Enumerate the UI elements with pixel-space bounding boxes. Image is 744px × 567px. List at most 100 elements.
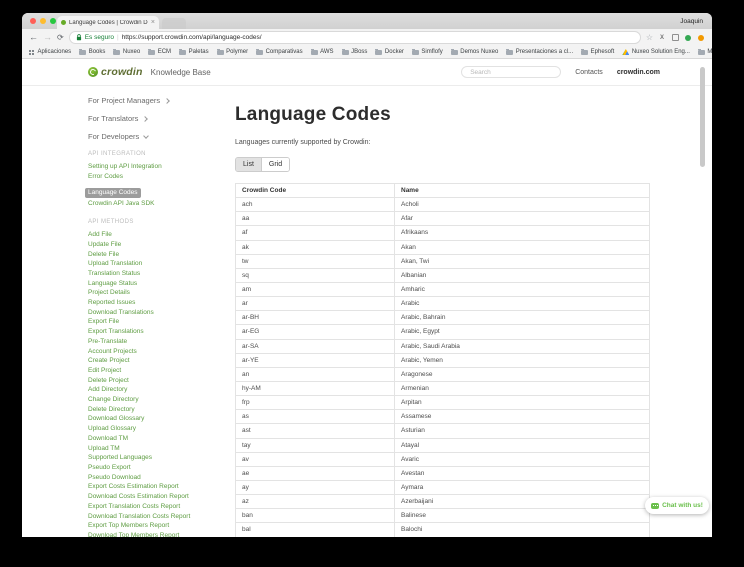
bookmark-star-icon[interactable]: ☆ <box>646 33 653 42</box>
sidebar-link[interactable]: Delete File <box>88 250 235 260</box>
bookmark-item[interactable]: Polymer <box>216 48 248 55</box>
sidebar-link[interactable]: Download Translation Costs Report <box>88 512 235 522</box>
browser-tab[interactable]: Language Codes | Crowdin Do × <box>57 16 159 29</box>
contacts-link[interactable]: Contacts <box>575 69 603 76</box>
sidebar-link[interactable]: Edit Project <box>88 366 235 376</box>
sidebar-link[interactable]: Add Directory <box>88 385 235 395</box>
name-cell: Albanian <box>394 267 650 283</box>
code-cell: ar-YE <box>235 352 395 368</box>
folder-icon <box>310 48 318 55</box>
content-area: For Project Managers For Translators For… <box>22 86 712 537</box>
extension-square-icon[interactable] <box>671 34 679 42</box>
sidebar-link[interactable]: Delete Directory <box>88 405 235 415</box>
bookmark-item[interactable]: JBoss <box>341 48 367 55</box>
close-window-button[interactable] <box>30 18 36 24</box>
chat-widget[interactable]: Chat with us! <box>645 497 709 514</box>
table-row: an Aragonese <box>235 366 650 382</box>
crowdin-com-link[interactable]: crowdin.com <box>617 69 660 76</box>
sidebar-link[interactable]: Supported Languages <box>88 453 235 463</box>
grid-view-button[interactable]: Grid <box>260 158 290 171</box>
page-scrollbar[interactable] <box>700 67 705 167</box>
bookmark-item[interactable]: AWS <box>310 48 334 55</box>
bookmark-item[interactable]: Demos Nuxeo <box>450 48 498 55</box>
sidebar-link[interactable]: Download Translations <box>88 308 235 318</box>
sidebar-link[interactable]: Delete Project <box>88 376 235 386</box>
sidebar-link[interactable]: Download Top Members Report <box>88 531 235 537</box>
sidebar-link[interactable]: Pseudo Export <box>88 463 235 473</box>
sidebar-link[interactable]: Export File <box>88 317 235 327</box>
window-controls <box>30 18 56 24</box>
table-row: ar Arabic <box>235 296 650 312</box>
crowdin-logo-text[interactable]: crowdin <box>101 66 143 78</box>
page-content: crowdin Knowledge Base Contacts crowdin.… <box>22 59 712 537</box>
sidebar-link[interactable]: Create Project <box>88 356 235 366</box>
code-cell: bal <box>235 522 395 537</box>
column-header-name: Name <box>394 182 650 199</box>
sidebar-link[interactable]: Download Glossary <box>88 414 235 424</box>
address-bar[interactable]: Es seguro | https://support.crowdin.com/… <box>68 31 641 44</box>
bookmark-item[interactable]: Nuxeo Solution Eng... <box>622 49 690 55</box>
minimize-window-button[interactable] <box>40 18 46 24</box>
sidebar-link[interactable]: Translation Status <box>88 269 235 279</box>
bookmark-item[interactable]: ECM <box>148 48 171 55</box>
profile-name[interactable]: Joaquin <box>680 18 712 29</box>
sidebar-link[interactable]: Reported Issues <box>88 298 235 308</box>
bookmark-label: Nuxeo <box>122 49 141 55</box>
table-row: az Azerbaijani <box>235 494 650 510</box>
sidebar-link[interactable]: Crowdin API Java SDK <box>88 199 235 209</box>
reload-icon[interactable]: ⟳ <box>57 33 64 42</box>
code-cell: tw <box>235 253 395 269</box>
sidebar-link[interactable]: Update File <box>88 240 235 250</box>
search-input[interactable] <box>461 66 562 78</box>
browser-toolbar: ← → ⟳ Es seguro | https://support.crowdi… <box>22 29 712 46</box>
forward-icon[interactable]: → <box>43 33 52 42</box>
sidebar-link[interactable]: Pseudo Download <box>88 473 235 483</box>
sidebar-link[interactable]: Export Top Members Report <box>88 521 235 531</box>
name-cell: Aymara <box>394 479 650 496</box>
sidebar-link[interactable]: Error Codes <box>88 172 235 182</box>
table-row: tay Atayal <box>235 437 650 453</box>
bookmark-item[interactable]: Comparativas <box>256 48 303 55</box>
sidebar-nav-toggle[interactable]: For Developers <box>88 132 235 141</box>
sidebar-link[interactable]: Language Status <box>88 279 235 289</box>
sidebar-link[interactable]: Change Directory <box>88 395 235 405</box>
security-label[interactable]: Es seguro <box>85 34 114 41</box>
sidebar-link[interactable]: Download TM <box>88 434 235 444</box>
sidebar-nav-toggle[interactable]: For Project Managers <box>88 96 235 105</box>
bookmark-item[interactable]: Nuxeo <box>113 48 141 55</box>
folder-icon <box>113 48 121 55</box>
sidebar-nav-toggle[interactable]: For Translators <box>88 114 235 123</box>
extension-green-icon[interactable] <box>684 34 692 42</box>
sidebar-link[interactable]: Download Costs Estimation Report <box>88 492 235 502</box>
bookmark-item[interactable]: Presentaciones a cl... <box>506 48 573 55</box>
tab-close-icon[interactable]: × <box>151 19 155 26</box>
bookmark-item[interactable]: Simflofy <box>411 48 443 55</box>
list-view-button[interactable]: List <box>236 158 261 171</box>
sidebar-link[interactable]: Upload Glossary <box>88 424 235 434</box>
bookmark-item[interactable]: Aplicaciones <box>29 49 71 55</box>
sidebar-link[interactable]: Project Details <box>88 288 235 298</box>
zoom-window-button[interactable] <box>50 18 56 24</box>
crowdin-logo-icon[interactable] <box>88 67 98 77</box>
bookmark-item[interactable]: Docker <box>375 48 404 55</box>
bookmark-item[interactable]: MP3 - ID3 <box>697 48 712 55</box>
sidebar-link[interactable]: Upload TM <box>88 444 235 454</box>
back-icon[interactable]: ← <box>29 33 38 42</box>
sidebar-link[interactable]: Upload Translation <box>88 259 235 269</box>
extension-x-icon[interactable]: X <box>658 34 666 42</box>
sidebar-link[interactable]: Add File <box>88 230 235 240</box>
bookmark-label: Comparativas <box>265 49 303 55</box>
bookmark-item[interactable]: Books <box>79 48 105 55</box>
sidebar-link[interactable]: Pre-Translate <box>88 337 235 347</box>
sidebar-link[interactable]: Export Translation Costs Report <box>88 502 235 512</box>
sidebar-link[interactable]: Language Codes <box>85 188 141 199</box>
sidebar-link[interactable]: Setting up API Integration <box>88 162 235 172</box>
sidebar-link[interactable]: Export Costs Estimation Report <box>88 482 235 492</box>
new-tab-button[interactable] <box>162 18 186 29</box>
sidebar-link[interactable]: Export Translations <box>88 327 235 337</box>
sidebar-link[interactable]: Account Projects <box>88 347 235 357</box>
bookmark-item[interactable]: Paletas <box>179 48 209 55</box>
sidebar: For Project Managers For Translators For… <box>85 96 235 537</box>
extension-orange-icon[interactable] <box>697 34 705 42</box>
bookmark-item[interactable]: Ephesoft <box>581 48 614 55</box>
